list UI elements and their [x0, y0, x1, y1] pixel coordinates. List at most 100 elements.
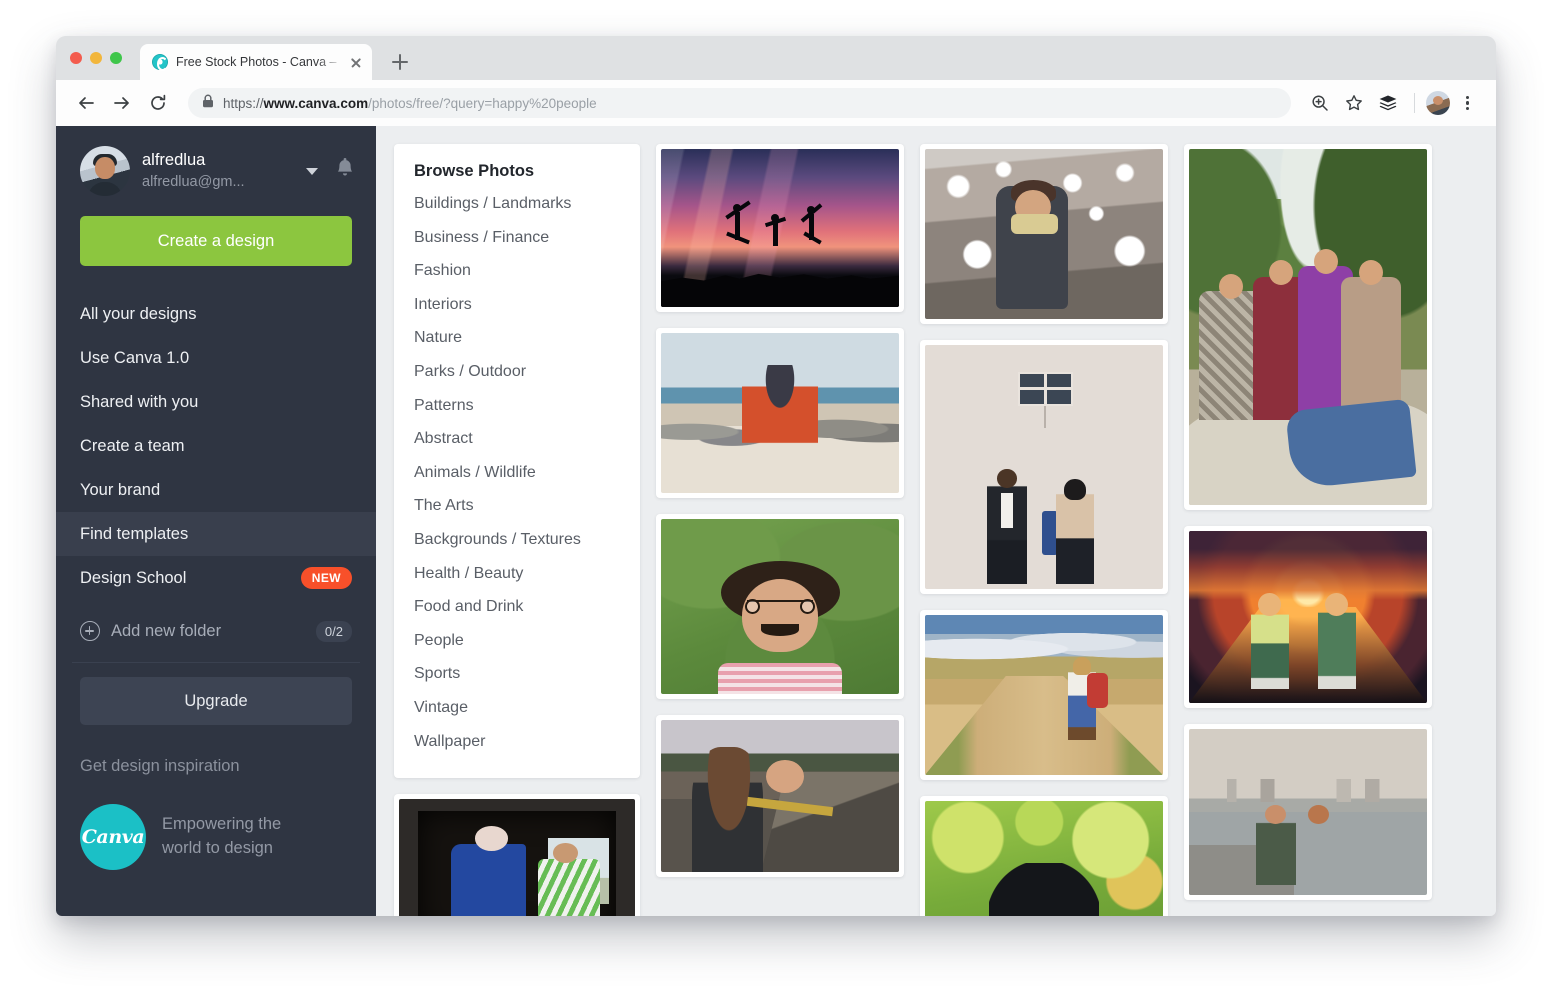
sidebar-item-find-templates[interactable]: Find templates [56, 512, 376, 556]
category-backgrounds-textures[interactable]: Backgrounds / Textures [394, 523, 640, 557]
category-health-beauty[interactable]: Health / Beauty [394, 557, 640, 591]
category-wallpaper[interactable]: Wallpaper [394, 725, 640, 759]
photo-green-bokeh[interactable] [920, 796, 1168, 916]
photo-train-platform[interactable] [656, 715, 904, 877]
close-tab-icon[interactable] [348, 54, 364, 70]
sidebar-nav: All your designs Use Canva 1.0 Shared wi… [56, 292, 376, 600]
sidebar: alfredlua alfredlua@gm... Create a desig… [56, 126, 376, 916]
extensions-stack-icon[interactable] [1373, 88, 1403, 118]
url-domain: www.canva.com [263, 95, 369, 111]
page-title: Browse Photos [414, 162, 535, 180]
canva-brand-block: Canva Empowering the world to design [80, 804, 352, 870]
user-profile[interactable]: alfredlua alfredlua@gm... [56, 126, 376, 196]
photo-window-kids[interactable] [394, 794, 640, 916]
category-buildings-landmarks[interactable]: Buildings / Landmarks [394, 187, 640, 221]
user-avatar [80, 146, 130, 196]
add-folder-label: Add new folder [111, 621, 222, 640]
photo-family-rock[interactable] [1184, 144, 1432, 510]
photo-thumbnail [661, 720, 899, 872]
category-patterns[interactable]: Patterns [394, 389, 640, 423]
new-tab-button[interactable] [386, 48, 414, 76]
maximize-window-button[interactable] [110, 52, 122, 64]
photo-couple-skyline[interactable] [1184, 724, 1432, 900]
browser-tab[interactable]: Free Stock Photos - Canva – C [140, 44, 372, 80]
status-badge: NEW [300, 567, 352, 589]
kebab-menu-icon[interactable] [1454, 88, 1480, 118]
category-food-and-drink[interactable]: Food and Drink [394, 590, 640, 624]
category-abstract[interactable]: Abstract [394, 422, 640, 456]
photo-jumping-silhouettes[interactable] [656, 144, 904, 312]
category-business-finance[interactable]: Business / Finance [394, 221, 640, 255]
sidebar-item-label: Use Canva 1.0 [80, 348, 190, 367]
get-design-inspiration-link[interactable]: Get design inspiration [80, 757, 352, 776]
photo-thumbnail [1189, 729, 1427, 895]
photo-thumbnail [399, 799, 635, 916]
sidebar-item-label: Find templates [80, 524, 189, 543]
category-parks-outdoor[interactable]: Parks / Outdoor [394, 355, 640, 389]
category-nature[interactable]: Nature [394, 321, 640, 355]
photo-thumbnail [925, 149, 1163, 319]
photo-results-area: Browse Photos Buildings / Landmarks Busi… [376, 126, 1496, 916]
photo-thumbnail [1189, 531, 1427, 703]
chevron-down-icon[interactable] [306, 167, 318, 175]
sidebar-item-label: Create a team [80, 436, 185, 455]
url-scheme: https:// [223, 95, 264, 111]
forward-button[interactable] [106, 87, 138, 119]
close-window-button[interactable] [70, 52, 82, 64]
sidebar-item-label: All your designs [80, 304, 197, 323]
browser-toolbar: https://www.canva.com/photos/free/?query… [56, 80, 1496, 126]
url-path: /photos/free/?query=happy%20people [368, 95, 597, 111]
address-bar[interactable]: https://www.canva.com/photos/free/?query… [188, 88, 1291, 118]
create-a-design-button[interactable]: Create a design [80, 216, 352, 266]
bookmark-star-icon[interactable] [1339, 88, 1369, 118]
reload-button[interactable] [142, 87, 174, 119]
category-animals-wildlife[interactable]: Animals / Wildlife [394, 456, 640, 490]
category-interiors[interactable]: Interiors [394, 288, 640, 322]
photo-children-sunset[interactable] [1184, 526, 1432, 708]
photo-funny-glasses[interactable] [656, 514, 904, 699]
sidebar-item-all-your-designs[interactable]: All your designs [56, 292, 376, 336]
notification-bell-icon[interactable] [334, 157, 356, 186]
minimize-window-button[interactable] [90, 52, 102, 64]
user-email: alfredlua@gm... [142, 173, 245, 190]
brand-tagline-line1: Empowering the [162, 815, 282, 834]
category-fashion[interactable]: Fashion [394, 254, 640, 288]
canva-favicon [152, 54, 168, 71]
sidebar-item-label: Design School [80, 568, 187, 587]
photo-snowball-fight[interactable] [920, 144, 1168, 324]
photo-column-a [656, 144, 904, 877]
upgrade-button[interactable]: Upgrade [80, 677, 352, 725]
photo-thumbnail [661, 149, 899, 307]
plus-circle-icon [80, 621, 100, 641]
toolbar-icons [1305, 88, 1480, 118]
photo-beach-family[interactable] [656, 328, 904, 498]
page-body: alfredlua alfredlua@gm... Create a desig… [56, 126, 1496, 916]
photo-thumbnail [925, 345, 1163, 589]
canva-logo: Canva [80, 804, 146, 870]
category-people[interactable]: People [394, 624, 640, 658]
browser-window: Free Stock Photos - Canva – C https://ww… [56, 36, 1496, 916]
lock-icon [202, 94, 214, 113]
sidebar-item-shared-with-you[interactable]: Shared with you [56, 380, 376, 424]
back-button[interactable] [70, 87, 102, 119]
sidebar-item-use-canva-1-0[interactable]: Use Canva 1.0 [56, 336, 376, 380]
add-new-folder-button[interactable]: Add new folder 0/2 [56, 606, 376, 656]
profile-avatar[interactable] [1426, 91, 1450, 115]
sidebar-item-label: Shared with you [80, 392, 199, 411]
browse-photos-panel: Browse Photos Buildings / Landmarks Busi… [394, 144, 640, 779]
sidebar-item-your-brand[interactable]: Your brand [56, 468, 376, 512]
photo-thumbnail [925, 801, 1163, 916]
window-controls [70, 52, 122, 64]
photo-path-walker[interactable] [920, 610, 1168, 780]
category-sports[interactable]: Sports [394, 657, 640, 691]
photo-column-b [920, 144, 1168, 916]
category-vintage[interactable]: Vintage [394, 691, 640, 725]
photo-couple-wall[interactable] [920, 340, 1168, 594]
zoom-icon[interactable] [1305, 88, 1335, 118]
tab-strip: Free Stock Photos - Canva – C [56, 36, 1496, 80]
sidebar-item-design-school[interactable]: Design School NEW [56, 556, 376, 600]
category-the-arts[interactable]: The Arts [394, 489, 640, 523]
sidebar-item-create-a-team[interactable]: Create a team [56, 424, 376, 468]
user-name: alfredlua [142, 151, 206, 170]
categories-column: Browse Photos Buildings / Landmarks Busi… [394, 144, 640, 916]
